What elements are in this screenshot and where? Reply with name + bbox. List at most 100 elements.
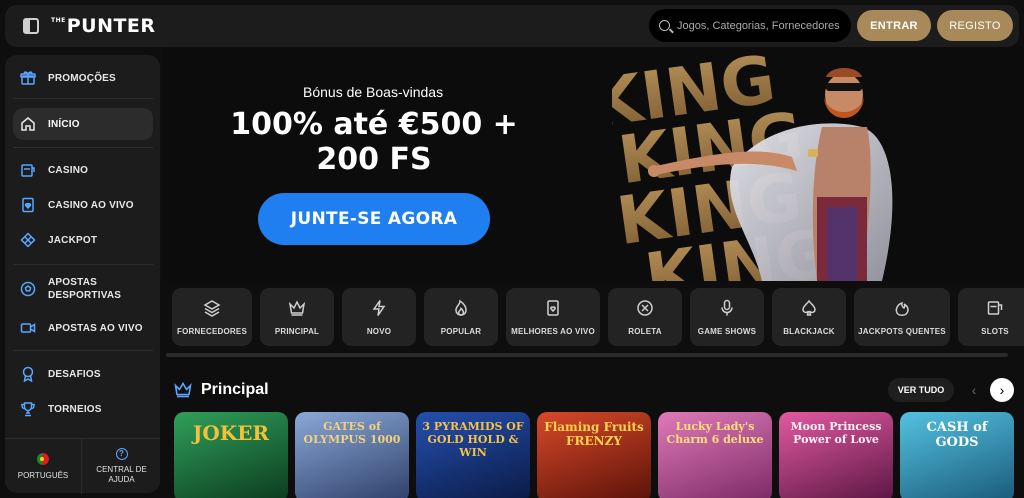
playing-card-icon (20, 197, 36, 213)
game-title: Moon Princess Power of Love (790, 420, 882, 446)
home-icon (20, 116, 36, 132)
crown-icon (174, 382, 192, 398)
game-card[interactable]: CASH of GODS (900, 412, 1014, 498)
sidebar-item-label: PROMOÇÕES (48, 72, 116, 84)
hero-title: 100% até €500 + 200 FS (230, 107, 518, 177)
game-card[interactable]: Flaming Fruits FRENZY (537, 412, 651, 498)
sidebar-item-live-betting[interactable]: APOSTAS AO VIVO (13, 319, 153, 337)
punter-logo[interactable]: THE PUNTER (51, 15, 156, 37)
game-title: GATES of OLYMPUS 1000 (303, 420, 401, 446)
category-best-live[interactable]: MELHORES AO VIVO (506, 288, 600, 346)
hero-subtitle: Bónus de Boas-vindas (303, 84, 444, 100)
language-label: PORTUGUÊS (17, 470, 69, 480)
slot-icon (986, 299, 1004, 317)
category-label: POPULAR (440, 327, 482, 336)
lightning-icon (370, 299, 388, 317)
sidebar-item-sports-betting[interactable]: APOSTAS DESPORTIVAS (13, 275, 153, 303)
layers-icon (203, 299, 221, 317)
game-card[interactable]: 3 PYRAMIDS OF GOLD HOLD & WIN (416, 412, 530, 498)
sidebar-item-label: CASINO (48, 164, 89, 176)
search-bar[interactable] (649, 9, 851, 42)
category-blackjack[interactable]: BLACKJACK (772, 288, 846, 346)
sidebar-item-home[interactable]: INÍCIO (13, 108, 153, 140)
category-label: NOVO (366, 327, 392, 336)
game-carousel: JOKER GATES of OLYMPUS 1000 3 PYRAMIDS O… (172, 412, 1024, 498)
help-center-link[interactable]: ? CENTRAL DE AJUDA (83, 439, 160, 494)
category-slots[interactable]: SLOTS (958, 288, 1024, 346)
game-title: 3 PYRAMIDS OF GOLD HOLD & WIN (422, 420, 524, 459)
carousel-prev-button[interactable]: ‹ (962, 378, 986, 402)
category-roulette[interactable]: ROLETA (608, 288, 682, 346)
sidebar-item-promotions[interactable]: PROMOÇÕES (13, 69, 153, 87)
divider (13, 98, 153, 99)
category-scrollbar[interactable] (166, 353, 1008, 357)
sidebar-item-jackpot[interactable]: JACKPOT (13, 231, 153, 249)
help-icon: ? (115, 448, 128, 460)
microphone-icon (718, 299, 736, 317)
logo-prefix: THE (51, 17, 66, 24)
crown-icon (288, 299, 306, 317)
divider (13, 264, 153, 265)
language-selector[interactable]: PORTUGUÊS (5, 439, 82, 494)
register-button[interactable]: REGISTO (937, 10, 1013, 41)
sidebar-footer: PORTUGUÊS ? CENTRAL DE AJUDA (5, 438, 160, 494)
hero-banner[interactable]: Bónus de Boas-vindas 100% até €500 + 200… (162, 47, 1024, 281)
top-header: THE PUNTER ENTRAR REGISTO (5, 5, 1019, 47)
login-button[interactable]: ENTRAR (857, 10, 931, 41)
medal-icon (20, 366, 36, 382)
sidebar-item-label: INÍCIO (48, 118, 80, 130)
category-providers[interactable]: FORNECEDORES (172, 288, 252, 346)
king-promo-illustration: KING KING KING KING (612, 47, 893, 281)
category-label: JACKPOTS QUENTES (858, 327, 946, 336)
category-popular[interactable]: POPULAR (424, 288, 498, 346)
category-label: ROLETA (628, 327, 662, 336)
divider (13, 147, 153, 148)
flame-icon (452, 299, 470, 317)
view-all-button[interactable]: VER TUDO (888, 378, 954, 402)
game-title: JOKER (192, 421, 270, 445)
sidebar-item-label: DESAFIOS (48, 368, 101, 380)
logo-text: PUNTER (66, 15, 156, 37)
game-title: Lucky Lady's Charm 6 deluxe (666, 420, 764, 446)
category-label: SLOTS (981, 327, 1009, 336)
football-icon (20, 281, 36, 297)
category-game-shows[interactable]: GAME SHOWS (690, 288, 764, 346)
game-card[interactable]: JOKER (174, 412, 288, 498)
trophy-icon (20, 401, 36, 417)
category-strip: FORNECEDORES PRINCIPAL NOVO POPULAR MELH… (172, 288, 1024, 348)
sidebar-item-casino[interactable]: CASINO (13, 161, 153, 179)
sidebar-item-label: JACKPOT (48, 234, 98, 246)
category-label: BLACKJACK (783, 327, 835, 336)
hot-jackpot-icon (893, 299, 911, 317)
sidebar: PROMOÇÕES INÍCIO CASINO CASINO AO VIVO J… (5, 55, 160, 494)
category-label: PRINCIPAL (274, 327, 320, 336)
game-card[interactable]: GATES of OLYMPUS 1000 (295, 412, 409, 498)
category-new[interactable]: NOVO (342, 288, 416, 346)
game-card[interactable]: Moon Princess Power of Love (779, 412, 893, 498)
join-now-button[interactable]: JUNTE-SE AGORA (258, 193, 490, 245)
help-label: CENTRAL DE AJUDA (96, 465, 147, 484)
category-hot-jackpots[interactable]: JACKPOTS QUENTES (854, 288, 950, 346)
sidebar-toggle-icon[interactable] (23, 18, 39, 34)
sidebar-item-challenges[interactable]: DESAFIOS (13, 365, 153, 383)
slot-machine-icon (20, 162, 36, 178)
game-card[interactable]: Lucky Lady's Charm 6 deluxe (658, 412, 772, 498)
section-header: Principal VER TUDO ‹ › (172, 378, 1017, 404)
search-input[interactable] (677, 19, 847, 32)
gift-icon (20, 70, 36, 86)
sidebar-item-label: CASINO AO VIVO (48, 199, 134, 211)
sidebar-item-live-casino[interactable]: CASINO AO VIVO (13, 196, 153, 214)
game-title: CASH of GODS (926, 420, 988, 450)
game-title: Flaming Fruits FRENZY (544, 420, 644, 448)
category-label: FORNECEDORES (177, 327, 247, 336)
category-main[interactable]: PRINCIPAL (260, 288, 334, 346)
card-heart-icon (544, 299, 562, 317)
category-label: GAME SHOWS (697, 327, 757, 336)
video-icon (20, 320, 36, 336)
sidebar-item-label: TORNEIOS (48, 403, 102, 415)
sidebar-item-tournaments[interactable]: TORNEIOS (13, 400, 153, 418)
divider (13, 350, 153, 351)
carousel-next-button[interactable]: › (990, 378, 1014, 402)
roulette-icon (636, 299, 654, 317)
sidebar-item-label: APOSTAS DESPORTIVAS (48, 277, 122, 301)
